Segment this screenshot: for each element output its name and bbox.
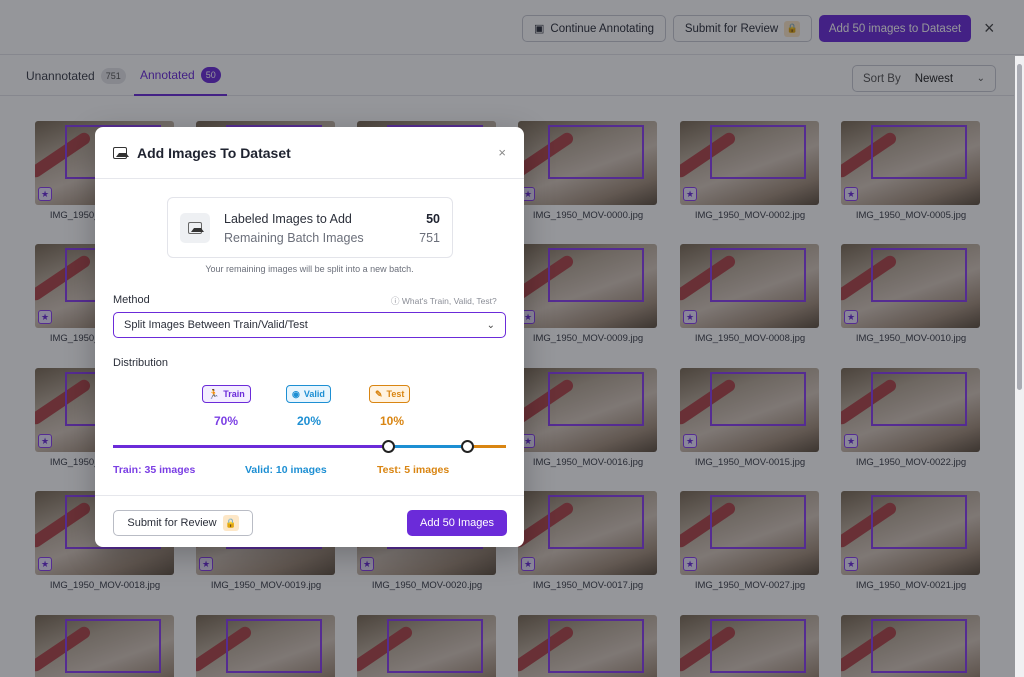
method-label: Method <box>113 294 150 306</box>
distribution-label: Distribution <box>113 357 169 369</box>
train-count: Train: 35 images <box>113 464 196 476</box>
help-link[interactable]: ⓘ What's Train, Valid, Test? <box>391 295 497 307</box>
close-icon[interactable]: × <box>498 145 506 160</box>
scrollbar-thumb[interactable] <box>1017 64 1022 390</box>
test-count: Test: 5 images <box>377 464 450 476</box>
modal-title: Add Images To Dataset <box>137 144 291 161</box>
test-icon: ✎ <box>375 388 383 399</box>
valid-test-handle[interactable] <box>460 440 474 453</box>
valid-icon: ◉ <box>292 388 300 399</box>
train-segment <box>113 445 389 448</box>
train-icon: 🏃 <box>208 388 220 399</box>
train-percent: 70% <box>213 414 239 428</box>
lock-icon: 🔒 <box>222 515 239 531</box>
valid-count: Valid: 10 images <box>245 464 327 476</box>
split-slider[interactable] <box>113 440 506 454</box>
modal-header: Add Images To Dataset × <box>95 127 524 179</box>
batch-note: Your remaining images will be split into… <box>205 264 414 274</box>
scrollbar[interactable] <box>1015 56 1024 677</box>
summary-card: Labeled Images to Add 50 Remaining Batch… <box>167 197 453 258</box>
help-icon: ⓘ <box>391 296 400 306</box>
train-valid-handle[interactable] <box>382 440 396 453</box>
image-icon <box>180 213 210 243</box>
valid-chip: ◉ Valid <box>286 385 331 403</box>
valid-percent: 20% <box>296 414 322 428</box>
method-select[interactable]: Split Images Between Train/Valid/Test ⌄ <box>113 312 506 338</box>
test-percent: 10% <box>379 414 405 428</box>
add-images-button[interactable]: Add 50 Images <box>407 510 507 536</box>
valid-segment <box>388 445 467 448</box>
submit-for-review-button[interactable]: Submit for Review 🔒 <box>113 510 253 536</box>
train-chip: 🏃 Train <box>202 385 251 403</box>
add-images-modal: Add Images To Dataset × Labeled Images t… <box>95 127 524 547</box>
test-chip: ✎ Test <box>369 385 411 403</box>
image-icon <box>113 146 129 159</box>
modal-footer: Submit for Review 🔒 Add 50 Images <box>95 495 524 547</box>
chevron-down-icon: ⌄ <box>486 319 495 331</box>
